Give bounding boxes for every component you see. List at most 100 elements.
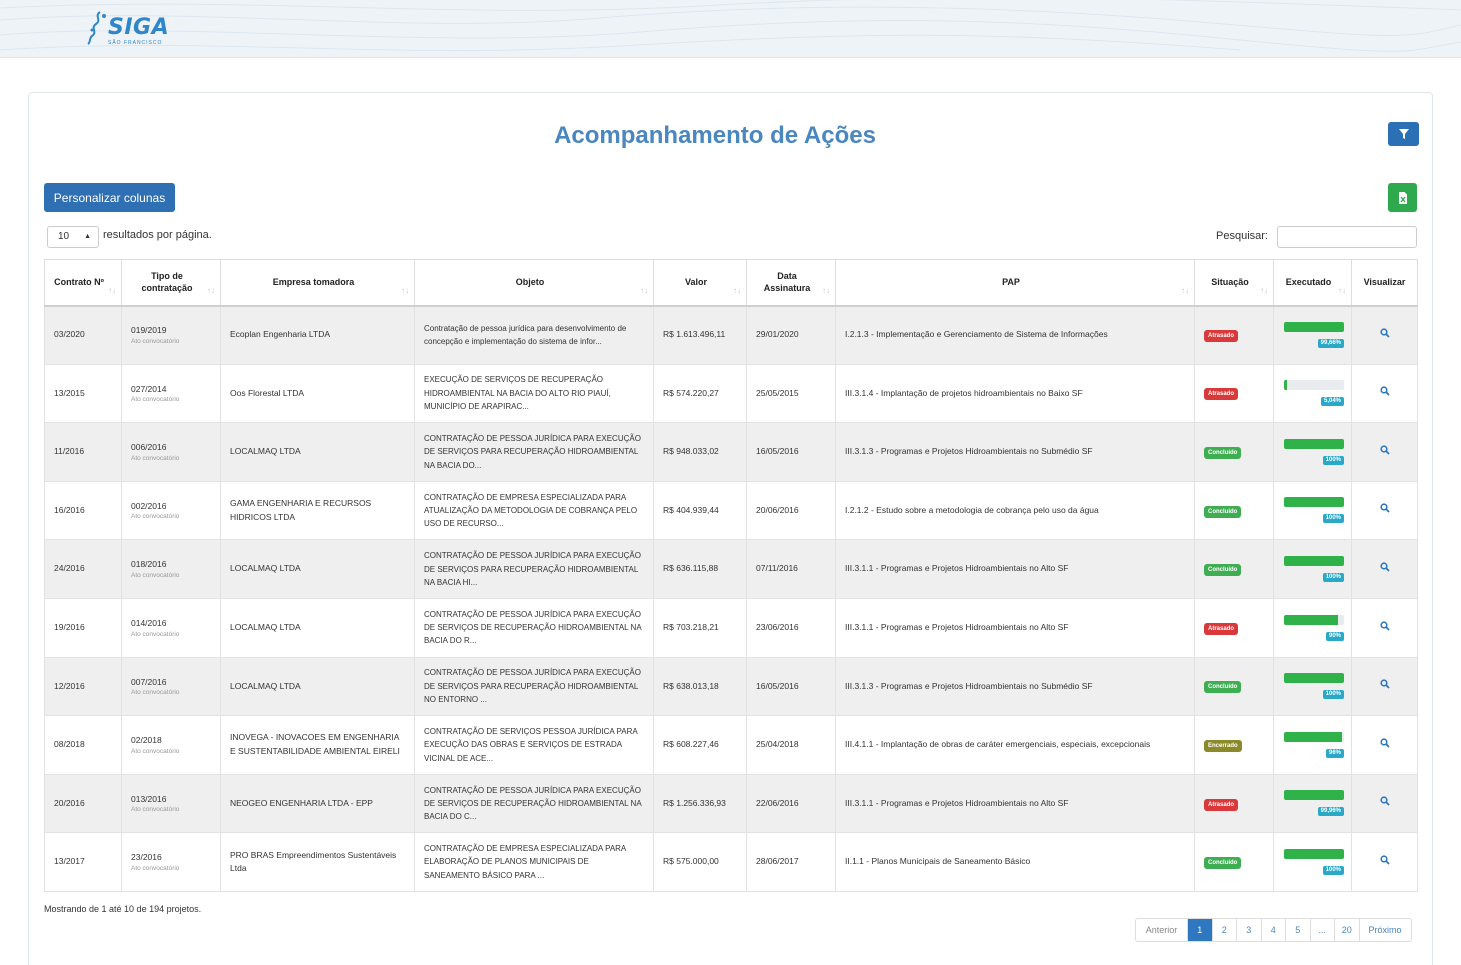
- progress-label: 100%: [1322, 865, 1344, 875]
- search-icon[interactable]: [1379, 620, 1390, 631]
- siga-logo[interactable]: SIGA SÃO FRANCISCO: [86, 8, 176, 50]
- column-header-objeto[interactable]: Objeto ↑↓: [414, 259, 654, 307]
- cell-valor: R$ 574.220,27: [653, 363, 747, 424]
- table-row[interactable]: 19/2016 014/2016 Ato convocatório LOCALMAQ …: [44, 597, 1418, 658]
- cell-tipo: 007/2016 Ato convocatório: [121, 656, 221, 717]
- column-header-label: Valor: [684, 277, 707, 288]
- cell-empresa: PRO BRAS Empreendimentos Sustentáveis Lt…: [220, 832, 415, 892]
- progress: 100%: [1284, 673, 1344, 700]
- column-header-situacao[interactable]: Situação ↑↓: [1194, 259, 1274, 307]
- table-row[interactable]: 13/2015 027/2014 Ato convocatório Oos Flore…: [44, 363, 1418, 424]
- cell-objeto: CONTRATAÇÃO DE PESSOA JURÍDICA PARA EXEC…: [414, 773, 654, 834]
- previous-page-button[interactable]: Anterior: [1136, 919, 1187, 941]
- cell-tipo: 002/2016 Ato convocatório: [121, 480, 221, 541]
- table-row[interactable]: 12/2016 007/2016 Ato convocatório LOCALMAQ …: [44, 656, 1418, 717]
- cell-executado: 96%: [1273, 715, 1352, 775]
- cell-contrato: 11/2016: [44, 422, 122, 482]
- next-page-button[interactable]: Próximo: [1358, 919, 1411, 941]
- cell-valor: R$ 1.256.336,93: [653, 773, 747, 834]
- search-icon[interactable]: [1379, 386, 1390, 396]
- search-input[interactable]: [1277, 226, 1417, 248]
- status-badge: Atrasado: [1204, 330, 1239, 343]
- cell-objeto: EXECUÇÃO DE SERVIÇOS DE RECUPERAÇÃO HIDR…: [414, 363, 654, 424]
- tipo-number: 013/2016: [131, 793, 167, 804]
- cell-contrato: 20/2016: [44, 773, 122, 834]
- page-20-button[interactable]: 20: [1334, 919, 1359, 941]
- column-header-contrato[interactable]: Contrato Nº ↑↓: [44, 259, 122, 307]
- search-icon[interactable]: [1379, 328, 1390, 338]
- logo-subtext: SÃO FRANCISCO: [108, 40, 163, 46]
- table-row[interactable]: 03/2020 019/2019 Ato convocatório Ecoplan E…: [44, 305, 1418, 365]
- sort-icon: ↑↓: [1260, 285, 1268, 295]
- cell-situacao: Atrasado: [1194, 363, 1274, 424]
- table-row[interactable]: 11/2016 006/2016 Ato convocatório LOCALMAQ …: [44, 422, 1418, 482]
- cell-empresa: LOCALMAQ LTDA: [220, 597, 415, 658]
- column-header-empresa[interactable]: Empresa tomadora ↑↓: [220, 259, 415, 307]
- progress-label-wrap: 99,96%: [1284, 803, 1344, 817]
- column-header-label: Empresa tomadora: [272, 277, 355, 288]
- cell-executado: 100%: [1273, 656, 1352, 717]
- table-row[interactable]: 24/2016 018/2016 Ato convocatório LOCALMAQ …: [44, 539, 1418, 599]
- sort-icon: ↑↓: [401, 285, 409, 295]
- sort-icon: ↑↓: [733, 285, 741, 295]
- tipo-sub: Ato convocatório: [131, 454, 180, 462]
- export-excel-button[interactable]: [1388, 183, 1417, 212]
- search-icon[interactable]: [1379, 445, 1390, 455]
- progress-bar: [1284, 321, 1344, 332]
- page-ellipsis: ...: [1309, 919, 1335, 941]
- cell-visualizar: [1351, 656, 1418, 717]
- filter-button[interactable]: [1388, 122, 1419, 146]
- cell-data: 29/01/2020: [746, 305, 836, 365]
- column-header-pap[interactable]: PAP ↑↓: [835, 259, 1195, 307]
- page-4-button[interactable]: 4: [1260, 919, 1286, 941]
- progress-fill: [1284, 790, 1344, 801]
- page-2-button[interactable]: 2: [1211, 919, 1237, 941]
- search-icon[interactable]: [1379, 679, 1390, 689]
- page-1-button[interactable]: 1: [1187, 919, 1212, 941]
- progress-label: 100%: [1322, 455, 1344, 465]
- page-length-select[interactable]: 10 ▲: [47, 226, 99, 248]
- table-row[interactable]: 08/2018 02/2018 Ato convocatório INOVEGA - …: [44, 715, 1418, 775]
- cell-executado: 99,96%: [1273, 773, 1352, 834]
- search-icon[interactable]: [1379, 855, 1390, 865]
- page-5-button[interactable]: 5: [1285, 919, 1310, 941]
- column-header-tipo[interactable]: Tipo de contratação ↑↓: [121, 259, 221, 307]
- search-icon[interactable]: [1379, 738, 1390, 748]
- column-header-executado[interactable]: Executado ↑↓: [1273, 259, 1352, 307]
- cell-pap: III.3.1.1 - Programas e Projetos Hidroam…: [835, 597, 1195, 658]
- cell-data: 16/05/2016: [746, 422, 836, 482]
- progress-fill: [1284, 731, 1342, 742]
- page-3-button[interactable]: 3: [1236, 919, 1261, 941]
- table-row[interactable]: 16/2016 002/2016 Ato convocatório GAMA ENGE…: [44, 480, 1418, 541]
- sort-icon: ↑↓: [108, 285, 116, 295]
- search-icon[interactable]: [1379, 503, 1390, 513]
- cell-valor: R$ 638.013,18: [653, 656, 747, 717]
- cell-executado: 90%: [1273, 597, 1352, 658]
- column-header-data[interactable]: Data Assinatura ↑↓: [746, 259, 836, 307]
- progress-label-wrap: 96%: [1284, 745, 1344, 759]
- status-badge: Atrasado: [1204, 388, 1239, 401]
- tipo-number: 02/2018: [131, 735, 162, 746]
- progress-fill: [1284, 380, 1288, 391]
- tipo-number: 002/2016: [131, 500, 167, 511]
- search-icon[interactable]: [1379, 796, 1390, 806]
- cell-tipo: 02/2018 Ato convocatório: [121, 715, 221, 775]
- table-row[interactable]: 13/2017 23/2016 Ato convocatório PRO BRAS E…: [44, 832, 1418, 892]
- customize-columns-button[interactable]: Personalizar colunas: [44, 183, 175, 212]
- cell-tipo: 019/2019 Ato convocatório: [121, 305, 221, 365]
- cell-contrato: 24/2016: [44, 539, 122, 599]
- search-label: Pesquisar:: [1216, 230, 1268, 242]
- column-header-label: Executado: [1285, 277, 1332, 288]
- tipo-number: 006/2016: [131, 442, 167, 453]
- search-icon[interactable]: [1379, 562, 1390, 572]
- cell-situacao: Atrasado: [1194, 773, 1274, 834]
- progress-fill: [1284, 614, 1338, 625]
- cell-tipo: 027/2014 Ato convocatório: [121, 363, 221, 424]
- column-header-valor[interactable]: Valor ↑↓: [653, 259, 747, 307]
- cell-valor: R$ 636.115,88: [653, 539, 747, 599]
- cell-situacao: Concluído: [1194, 539, 1274, 599]
- cell-visualizar: [1351, 832, 1418, 892]
- cell-objeto: CONTRATAÇÃO DE EMPRESA ESPECIALIZADA PAR…: [414, 832, 654, 892]
- table-row[interactable]: 20/2016 013/2016 Ato convocatório NEOGEO EN…: [44, 773, 1418, 834]
- cell-pap: II.1.1 - Planos Municipais de Saneamento…: [835, 832, 1195, 892]
